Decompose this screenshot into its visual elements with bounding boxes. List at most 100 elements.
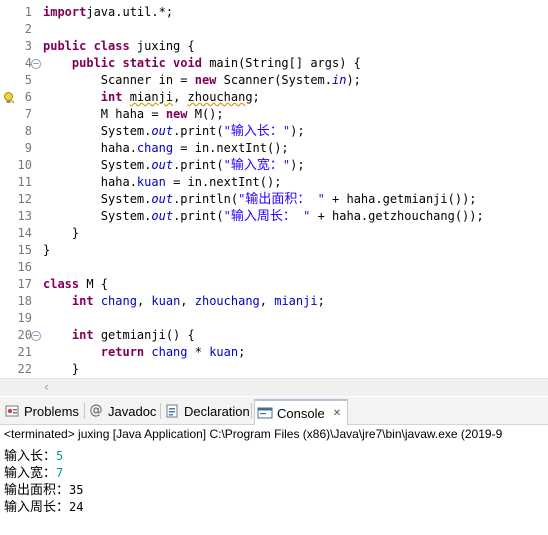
tab-divider xyxy=(251,403,252,419)
string-token: 输入宽： xyxy=(230,158,283,173)
code-text: M haha = new M(); xyxy=(43,106,224,123)
code-line[interactable]: 13 System.out.print("输入周长： " + haha.getz… xyxy=(0,208,548,225)
code-token: haha. xyxy=(43,141,137,155)
keyword-token: public class xyxy=(43,39,137,53)
line-number: 15 xyxy=(17,243,32,257)
code-line[interactable]: 9 haha.chang = in.nextInt(); xyxy=(0,140,548,157)
tab-javadoc[interactable]: @ Javadoc xyxy=(88,399,157,423)
console-output[interactable]: <terminated> juxing [Java Application] C… xyxy=(0,425,548,535)
code-editor[interactable]: 1 importjava.util.*; 2 3 public class juxing… xyxy=(0,0,548,378)
code-token: .println( xyxy=(173,192,239,206)
code-text: public static void main(String[] args) { xyxy=(43,55,361,72)
field-token: chang xyxy=(136,141,174,155)
tab-problems[interactable]: Problems xyxy=(4,399,79,423)
code-text: System.out.print("输入宽："); xyxy=(43,157,305,174)
code-token: System. xyxy=(43,209,152,223)
code-line[interactable]: 17 class M { xyxy=(0,276,548,293)
close-icon[interactable]: ✕ xyxy=(333,408,341,419)
warning-lightbulb-icon[interactable] xyxy=(2,91,15,104)
field-token: out xyxy=(151,209,174,223)
code-text: System.out.println("输出面积： " + haha.getmi… xyxy=(43,191,477,208)
tab-problems-label: Problems xyxy=(24,403,79,419)
code-text: class M { xyxy=(43,276,108,293)
console-user-input: 7 xyxy=(56,466,64,480)
code-text: int getmianji() { xyxy=(43,327,195,344)
keyword-token: class xyxy=(43,277,87,291)
line-number: 4 xyxy=(24,56,32,70)
code-token: + haha.getzhouchang()); xyxy=(310,209,484,223)
line-number: 1 xyxy=(24,5,32,19)
line-number: 10 xyxy=(17,158,32,172)
fold-toggle-icon[interactable]: − xyxy=(31,59,41,69)
code-line[interactable]: 19 xyxy=(0,310,548,327)
tab-console[interactable]: Console ✕ xyxy=(254,399,349,425)
code-token: zhouchang xyxy=(187,90,253,104)
code-line[interactable]: 3 public class juxing { xyxy=(0,38,548,55)
code-line[interactable]: 4− public static void main(String[] args… xyxy=(0,55,548,72)
line-number: 17 xyxy=(17,277,32,291)
code-line[interactable]: 5 Scanner in = new Scanner(System.in); xyxy=(0,72,548,89)
code-line[interactable]: 16 xyxy=(0,259,548,276)
keyword-token: new xyxy=(165,107,195,121)
fold-toggle-icon[interactable]: − xyxy=(31,331,41,341)
code-token: juxing { xyxy=(136,39,195,53)
code-token: ); xyxy=(290,158,305,172)
code-line[interactable]: 7 M haha = new M(); xyxy=(0,106,548,123)
code-line[interactable]: 15} xyxy=(0,242,548,259)
code-token: java.util.*; xyxy=(86,5,174,19)
code-text: System.out.print("输入周长： " + haha.getzhou… xyxy=(43,208,484,225)
string-token: " xyxy=(223,124,231,138)
code-line[interactable]: 20− int getmianji() { xyxy=(0,327,548,344)
line-number: 2 xyxy=(24,22,32,36)
code-line[interactable]: 8 System.out.print("输入长："); xyxy=(0,123,548,140)
string-token: 输入周长： xyxy=(230,209,296,224)
field-token: kuan xyxy=(136,175,166,189)
code-token: ); xyxy=(346,73,361,87)
line-number: 13 xyxy=(17,209,32,223)
code-text: } xyxy=(43,361,79,378)
string-token: " xyxy=(223,209,231,223)
field-token: chang xyxy=(100,294,137,308)
code-token: ; xyxy=(317,294,325,308)
horizontal-scrollbar[interactable]: ‹ xyxy=(0,378,548,396)
keyword-token: import xyxy=(43,5,87,19)
code-line[interactable]: 22 } xyxy=(0,361,548,378)
field-token: kuan xyxy=(151,294,181,308)
scroll-left-icon[interactable]: ‹ xyxy=(44,380,49,394)
line-number: 3 xyxy=(24,39,32,53)
code-line[interactable]: 10 System.out.print("输入宽："); xyxy=(0,157,548,174)
field-token: out xyxy=(151,124,174,138)
code-token: M { xyxy=(86,277,109,291)
code-token: Scanner in = xyxy=(43,73,195,87)
code-line[interactable]: 14 } xyxy=(0,225,548,242)
code-text: return chang * kuan; xyxy=(43,344,246,361)
code-token: = in.nextInt(); xyxy=(173,175,282,189)
tab-declaration[interactable]: Declaration xyxy=(164,399,250,423)
string-token: " xyxy=(310,192,325,206)
keyword-token: new xyxy=(194,73,224,87)
line-number: 21 xyxy=(17,345,32,359)
line-number: 16 xyxy=(17,260,32,274)
code-line[interactable]: 18 int chang, kuan, zhouchang, mianji; xyxy=(0,293,548,310)
code-line[interactable]: 21 return chang * kuan; xyxy=(0,344,548,361)
code-text: int chang, kuan, zhouchang, mianji; xyxy=(43,293,325,310)
field-token: chang xyxy=(151,345,188,359)
code-token: , xyxy=(136,294,152,308)
code-line[interactable]: 12 System.out.println("输出面积： " + haha.ge… xyxy=(0,191,548,208)
tab-divider xyxy=(160,403,161,419)
line-number: 6 xyxy=(24,90,32,104)
keyword-token: return xyxy=(100,345,152,359)
code-line[interactable]: 2 xyxy=(0,21,548,38)
code-token: System. xyxy=(43,124,152,138)
view-tabs-bar: Problems @ Javadoc Declaration Console ✕ xyxy=(0,397,548,425)
code-text: haha.kuan = in.nextInt(); xyxy=(43,174,282,191)
code-token: M haha = xyxy=(43,107,166,121)
code-token: ; xyxy=(238,345,246,359)
code-line[interactable]: 6 int mianji, zhouchang; xyxy=(0,89,548,106)
code-line[interactable]: 1 importjava.util.*; xyxy=(0,4,548,21)
code-line[interactable]: 11 haha.kuan = in.nextInt(); xyxy=(0,174,548,191)
code-token: , xyxy=(173,90,188,104)
